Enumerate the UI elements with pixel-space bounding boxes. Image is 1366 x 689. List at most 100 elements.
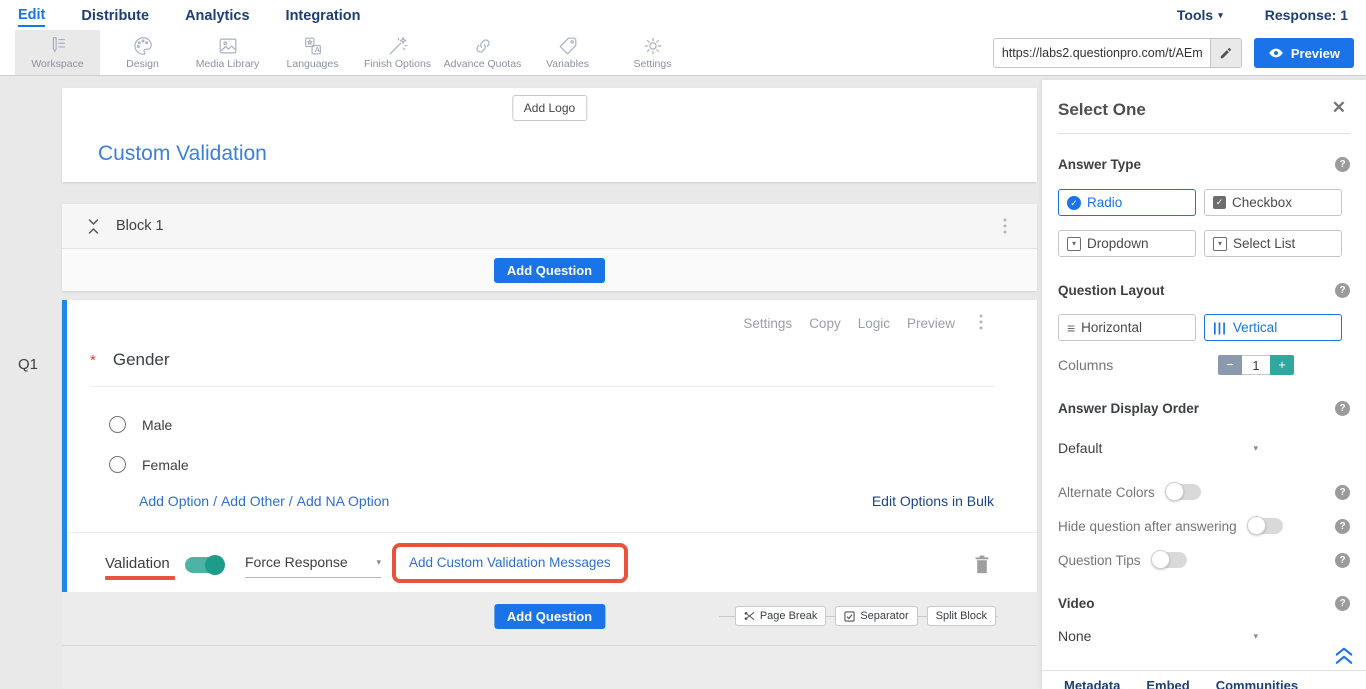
block-name[interactable]: Block 1 [116,218,164,234]
survey-url-input[interactable] [994,39,1210,67]
page-break-button[interactable]: Page Break [735,606,826,626]
answer-type-header: Answer Type ? [1058,157,1350,172]
nav-item-edit[interactable]: Edit [18,3,45,27]
tab-embed[interactable]: Embed [1146,678,1189,689]
question-preview-link[interactable]: Preview [907,316,955,331]
nav-item-analytics[interactable]: Analytics [185,4,249,26]
question-divider [90,386,995,387]
collapse-block-icon[interactable] [87,218,100,235]
scissors-icon [744,611,755,621]
add-option-link[interactable]: Add Option [139,493,209,509]
toolbar-tab-variables[interactable]: Variables [525,30,610,75]
block-footer: Add Question Page Break Separator Split … [62,592,1037,646]
add-question-button[interactable]: Add Question [494,258,605,283]
dropdown-box-icon: ▾ [1067,237,1081,251]
question-tips-toggle[interactable] [1153,552,1187,568]
split-block-button[interactable]: Split Block [927,606,996,626]
trash-icon [973,554,991,575]
answer-display-order-label: Answer Display Order [1058,401,1199,416]
toolbar-tab-label: Settings [634,58,672,70]
question-settings-link[interactable]: Settings [743,316,792,331]
add-custom-validation-messages-link[interactable]: Add Custom Validation Messages [409,555,611,570]
help-icon[interactable]: ? [1335,596,1350,611]
answer-type-dropdown[interactable]: ▾ Dropdown [1058,230,1196,257]
delete-question-button[interactable] [973,554,991,575]
answer-option-label[interactable]: Female [142,457,189,473]
tab-metadata[interactable]: Metadata [1064,678,1120,689]
question-text[interactable]: Gender [113,350,170,370]
alternate-colors-toggle[interactable] [1167,484,1201,500]
question-menu-dots-icon[interactable] [979,314,983,330]
tools-dropdown[interactable]: Tools ▾ [1177,7,1223,23]
question-logic-link[interactable]: Logic [858,316,890,331]
add-logo-button[interactable]: Add Logo [512,95,587,121]
answer-type-radio[interactable]: ✓ Radio [1058,189,1196,216]
radio-button-icon[interactable] [109,456,126,473]
plus-button[interactable]: + [1270,355,1294,375]
answer-type-select-list[interactable]: ▾ Select List [1204,230,1342,257]
toolbar-tab-label: Finish Options [364,58,431,70]
response-count-link[interactable]: Response: 1 [1265,7,1348,23]
editor-content: Q1 Add Logo Custom Validation Block 1 [0,76,1366,689]
layout-horizontal[interactable]: ≡ Horizontal [1058,314,1196,341]
preview-button[interactable]: Preview [1254,38,1354,68]
help-icon[interactable]: ? [1335,485,1350,500]
layout-vertical[interactable]: ||| Vertical [1204,314,1342,341]
block-menu-dots-icon[interactable] [1003,218,1007,234]
add-question-button[interactable]: Add Question [494,604,605,629]
force-response-dropdown[interactable]: Force Response ▾ [245,554,381,578]
answer-display-order-dropdown[interactable]: Default ▾ [1058,440,1258,456]
block-tools-group: Page Break Separator Split Block [735,606,996,626]
checkbox-check-icon: ✓ [1213,196,1226,209]
editor-toolbar: Workspace Design Media Library A Languag… [0,30,1366,76]
columns-row: Columns − 1 + [1058,357,1350,373]
toolbar-tab-languages[interactable]: A Languages [270,30,355,75]
video-dropdown[interactable]: None ▾ [1058,628,1258,644]
separator-button[interactable]: Separator [835,606,917,626]
layout-option-label: Vertical [1233,320,1277,335]
alternate-colors-label: Alternate Colors [1058,485,1155,500]
question-copy-link[interactable]: Copy [809,316,841,331]
radio-button-icon[interactable] [109,416,126,433]
toolbar-tab-finish-options[interactable]: Finish Options [355,30,440,75]
minus-button[interactable]: − [1218,355,1242,375]
toolbar-tab-advance-quotas[interactable]: Advance Quotas [440,30,525,75]
answer-option-row: Male [109,416,172,433]
toolbar-tab-workspace[interactable]: Workspace [15,30,100,75]
columns-value[interactable]: 1 [1242,355,1270,375]
survey-title[interactable]: Custom Validation [98,142,267,166]
add-other-link[interactable]: Add Other [221,493,285,509]
toolbar-tab-label: Advance Quotas [444,58,522,70]
validation-label: Validation [105,555,170,572]
nav-item-distribute[interactable]: Distribute [81,4,149,26]
scroll-to-top-icon[interactable] [1334,646,1354,665]
question-code: Q1 [18,356,38,373]
edit-options-in-bulk-link[interactable]: Edit Options in Bulk [872,493,994,509]
edit-url-button[interactable] [1210,39,1241,67]
answer-type-option-label: Dropdown [1087,236,1149,251]
help-icon[interactable]: ? [1335,283,1350,298]
toolbar-tab-settings[interactable]: Settings [610,30,695,75]
palette-icon [132,35,154,57]
add-na-option-link[interactable]: Add NA Option [297,493,390,509]
answer-option-row: Female [109,456,189,473]
radio-check-icon: ✓ [1067,196,1081,210]
block-add-question-row: Add Question [62,249,1037,291]
force-response-label: Force Response [245,554,348,570]
close-icon[interactable]: ✕ [1332,98,1346,118]
toolbar-tab-media-library[interactable]: Media Library [185,30,270,75]
toolbar-tab-design[interactable]: Design [100,30,185,75]
help-icon[interactable]: ? [1335,157,1350,172]
hide-question-toggle[interactable] [1249,518,1283,534]
answer-type-checkbox[interactable]: ✓ Checkbox [1204,189,1342,216]
help-icon[interactable]: ? [1335,401,1350,416]
help-icon[interactable]: ? [1335,553,1350,568]
validation-toggle[interactable] [185,557,223,573]
help-icon[interactable]: ? [1335,519,1350,534]
questionpro-editor: Edit Distribute Analytics Integration To… [0,0,1366,689]
answer-option-label[interactable]: Male [142,417,172,433]
red-highlight-annotation: Add Custom Validation Messages [392,543,628,583]
nav-item-integration[interactable]: Integration [286,4,361,26]
tab-communities[interactable]: Communities [1216,678,1298,689]
survey-url-box [993,38,1242,68]
